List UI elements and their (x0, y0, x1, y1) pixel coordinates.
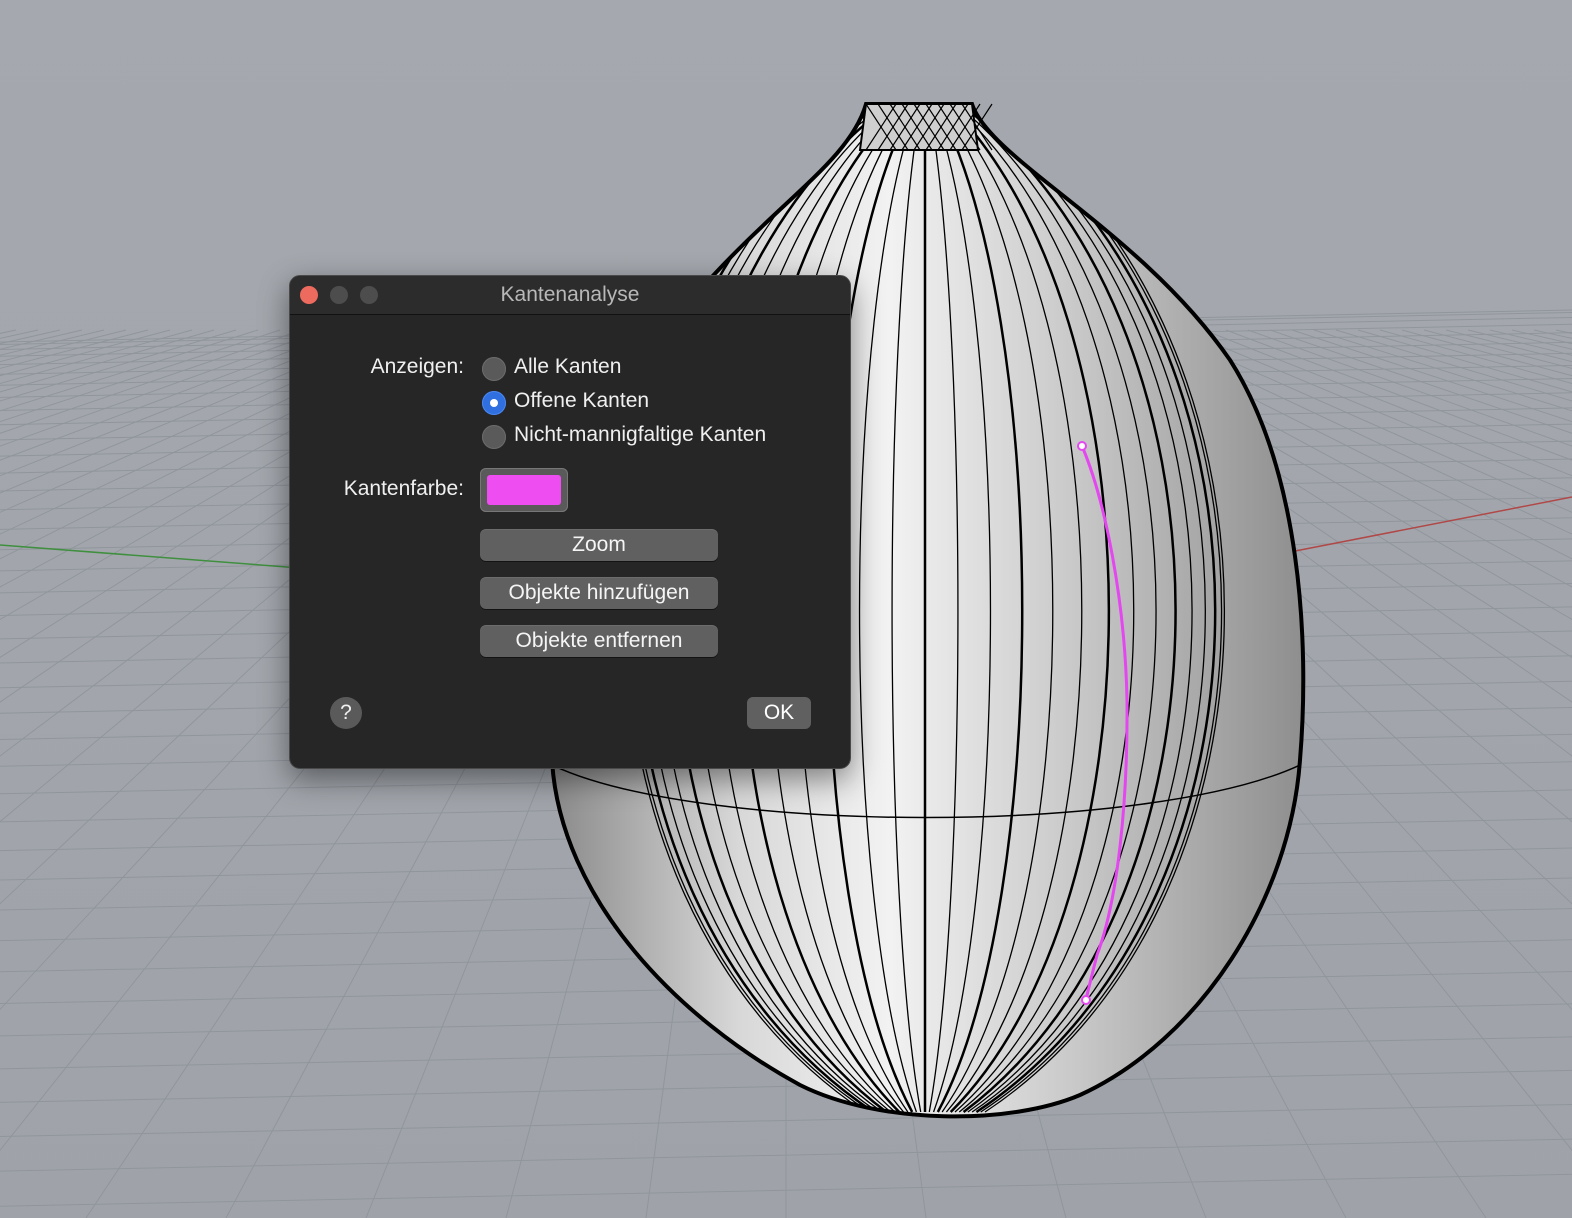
open-edge-start-point[interactable] (1077, 441, 1087, 451)
open-edge-end-point[interactable] (1081, 995, 1091, 1005)
edge-color-swatch[interactable] (480, 468, 568, 512)
zoom-button[interactable]: Zoom (480, 529, 718, 561)
show-label: Anzeigen: (370, 355, 464, 378)
help-icon[interactable]: ? (330, 697, 362, 729)
edge-color-label: Kantenfarbe: (343, 477, 464, 500)
dialog-title: Kantenanalyse (500, 283, 640, 306)
radio-all-edges[interactable] (482, 357, 506, 381)
add-objects-button[interactable]: Objekte hinzufügen (480, 577, 718, 609)
edge-analysis-dialog: Kantenanalyse Anzeigen: Alle Kanten Offe… (289, 275, 851, 769)
radio-all-edges-label[interactable]: Alle Kanten (514, 355, 621, 379)
radio-non-manifold-edges-label[interactable]: Nicht-mannigfaltige Kanten (514, 423, 766, 447)
radio-open-edges-label[interactable]: Offene Kanten (514, 389, 649, 413)
ok-button[interactable]: OK (747, 697, 811, 729)
radio-non-manifold-edges[interactable] (482, 425, 506, 449)
remove-objects-button[interactable]: Objekte entfernen (480, 625, 718, 657)
dialog-titlebar[interactable]: Kantenanalyse (290, 276, 850, 315)
edge-color-fill (487, 475, 561, 505)
radio-open-edges[interactable] (482, 391, 506, 415)
